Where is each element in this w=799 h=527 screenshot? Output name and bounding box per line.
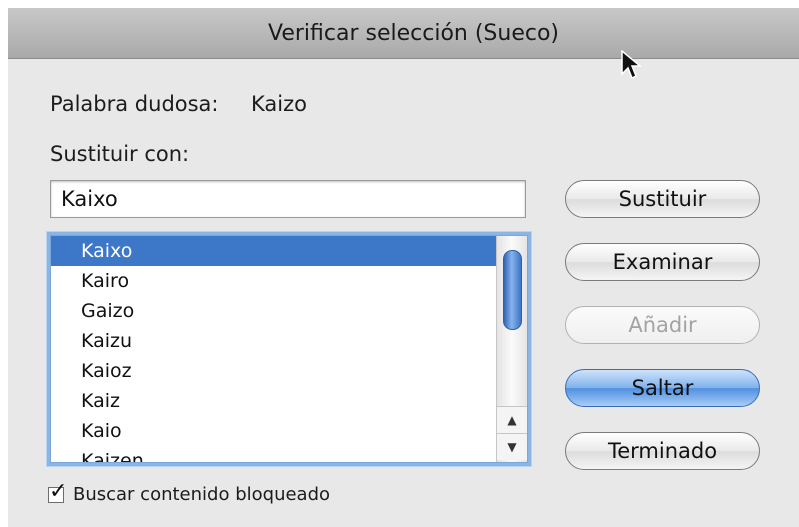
replace-button[interactable]: Sustituir <box>565 180 760 218</box>
add-button[interactable]: Añadir <box>565 306 760 344</box>
list-item[interactable]: Kaixo <box>51 236 496 266</box>
arrow-up-icon[interactable]: ▲ <box>497 406 527 433</box>
search-locked-label: Buscar contenido bloqueado <box>73 484 331 505</box>
list-item[interactable]: Kaioz <box>51 356 496 386</box>
scrollbar-thumb[interactable] <box>503 250 522 330</box>
list-item[interactable]: Kairo <box>51 266 496 296</box>
mouse-cursor-icon <box>621 50 643 80</box>
suggestions-list[interactable]: Kaixo Kairo Gaizo Kaizu Kaioz Kaiz Kaio … <box>50 235 528 463</box>
skip-button[interactable]: Saltar <box>565 369 760 407</box>
search-locked-checkbox[interactable]: ✓ <box>48 479 67 504</box>
title-bar[interactable]: Verificar selección (Sueco) <box>8 8 799 59</box>
dialog-title: Verificar selección (Sueco) <box>267 20 560 46</box>
arrow-down-icon[interactable]: ▼ <box>497 433 527 460</box>
spell-check-dialog: Verificar selección (Sueco) Palabra dudo… <box>8 8 799 527</box>
list-item[interactable]: Gaizo <box>51 296 496 326</box>
search-locked-option[interactable]: ✓ Buscar contenido bloqueado <box>48 479 331 505</box>
doubtful-word-label: Palabra dudosa: <box>50 92 219 116</box>
replace-with-label: Sustituir con: <box>50 142 190 166</box>
list-item[interactable]: Kaio <box>51 416 496 446</box>
replace-with-input[interactable]: Kaixo <box>50 180 526 218</box>
list-item[interactable]: Kaizen <box>51 446 496 462</box>
doubtful-word-value: Kaizo <box>251 92 307 116</box>
vertical-scrollbar[interactable]: ▲ ▼ <box>496 236 527 462</box>
browse-button[interactable]: Examinar <box>565 243 760 281</box>
checkmark-icon: ✓ <box>49 478 68 504</box>
done-button[interactable]: Terminado <box>565 432 760 470</box>
list-item[interactable]: Kaizu <box>51 326 496 356</box>
list-item[interactable]: Kaiz <box>51 386 496 416</box>
